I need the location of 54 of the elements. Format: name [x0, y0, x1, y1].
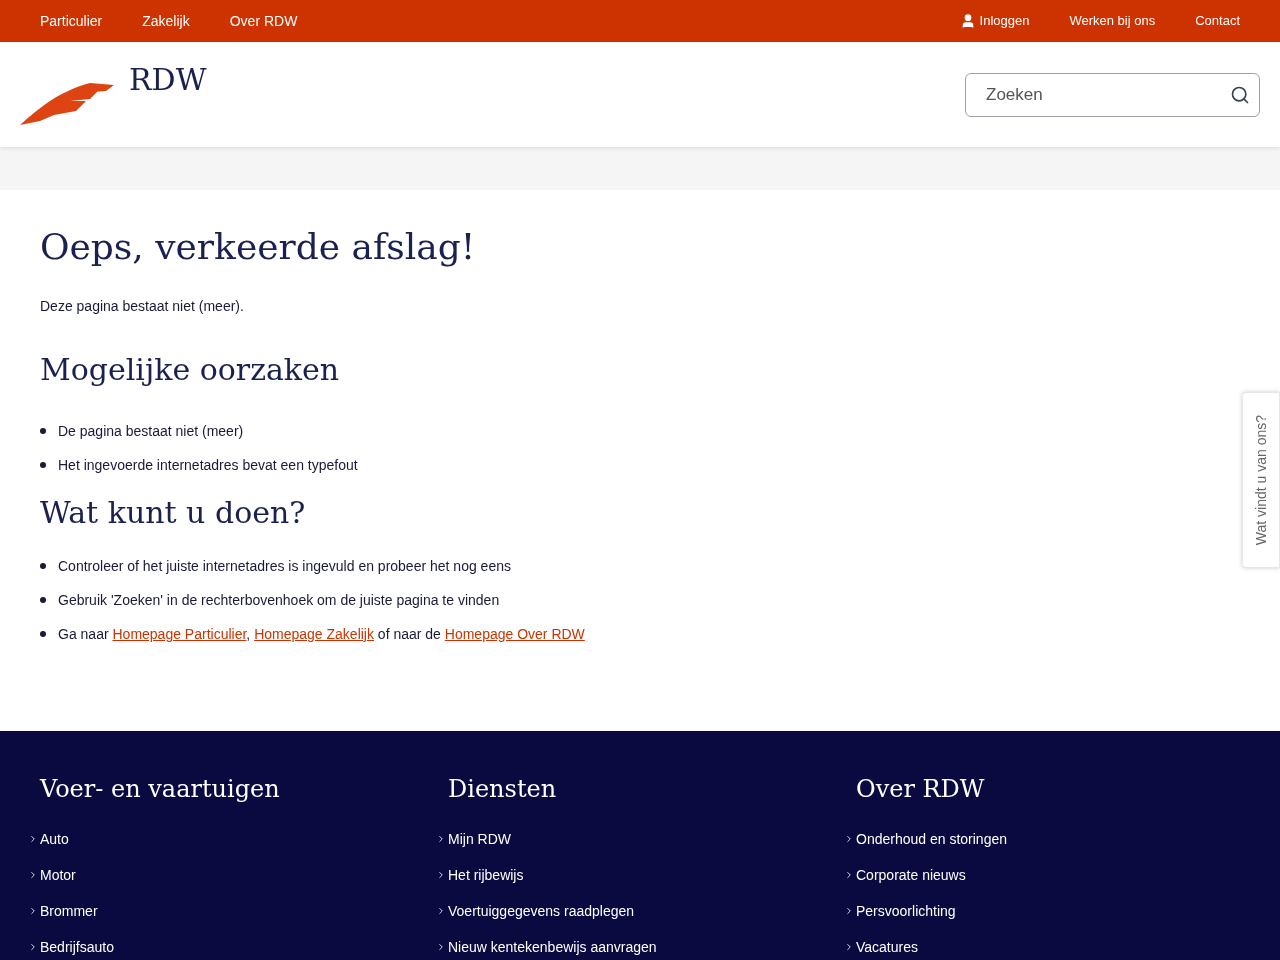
footer-heading: Diensten	[448, 774, 558, 805]
nav-link[interactable]: Contact	[1175, 0, 1260, 42]
nav-link[interactable]: Particulier	[20, 0, 123, 42]
footer-link[interactable]: Corporate nieuws	[856, 864, 966, 886]
nav-link[interactable]: Zakelijk	[122, 0, 210, 42]
footer-link[interactable]: Brommer	[40, 900, 98, 922]
search-field[interactable]: Zoeken	[965, 73, 1260, 117]
homepage-link[interactable]: Homepage Particulier	[112, 625, 247, 642]
footer-link[interactable]: Auto	[40, 828, 69, 850]
footer-link[interactable]: Mijn RDW	[448, 828, 511, 850]
chevron-icon	[28, 870, 38, 880]
list-item-text: Controleer of het juiste internetadres is ingevuld en probeer het nog eens	[58, 556, 511, 576]
chevron-icon	[844, 942, 854, 952]
nav-link[interactable]: Over RDW	[209, 0, 318, 42]
chevron-icon	[436, 834, 446, 844]
footer-link[interactable]: Vacatures	[856, 936, 918, 958]
bullet-icon	[40, 563, 46, 569]
footer-link[interactable]: Het rijbewijs	[448, 864, 524, 886]
chevron-icon	[844, 906, 854, 916]
logo-text: RDW	[129, 61, 207, 99]
section-heading: Mogelijke oorzaken	[40, 351, 341, 389]
chevron-icon	[436, 906, 446, 916]
chevron-icon	[28, 942, 38, 952]
list-item-text: Gebruik 'Zoeken' in de rechterbovenhoek om de juiste pagina te vinden	[58, 590, 500, 610]
login-link[interactable]: Inloggen	[939, 0, 1050, 42]
chevron-icon	[28, 906, 38, 916]
bullet-icon	[40, 597, 46, 603]
footer-heading: Voer- en vaartuigen	[40, 774, 281, 805]
intro-text: Deze pagina bestaat niet (meer).	[40, 297, 245, 316]
list-item-text: Ga naar Homepage Particulier, Homepage Zakelijk of naar de Homepage Over RDW	[58, 624, 585, 644]
footer-link[interactable]: Persvoorlichting	[856, 900, 956, 922]
footer-link[interactable]: Motor	[40, 864, 76, 886]
section-heading: Wat kunt u doen?	[40, 494, 307, 532]
page-title: Oeps, verkeerde afslag!	[40, 225, 477, 269]
nav-link[interactable]: Werken bij ons	[1049, 0, 1176, 42]
footer-heading: Over RDW	[856, 774, 986, 805]
feedback-tab[interactable]: Wat vindt u van ons?	[1242, 392, 1280, 568]
list-item-text: De pagina bestaat niet (meer)	[58, 421, 244, 441]
chevron-icon	[28, 834, 38, 844]
homepage-link[interactable]: Homepage Over RDW	[444, 625, 585, 642]
footer-link[interactable]: Bedrijfsauto	[40, 936, 114, 958]
search-icon[interactable]	[1230, 85, 1250, 105]
list-item-text: Het ingevoerde internetadres bevat een typefout	[58, 455, 358, 475]
chevron-icon	[436, 870, 446, 880]
footer-link[interactable]: Onderhoud en storingen	[856, 828, 1007, 850]
bullet-icon	[40, 462, 46, 468]
bullet-icon	[40, 428, 46, 434]
homepage-link[interactable]: Homepage Zakelijk	[254, 625, 374, 642]
footer-link[interactable]: Nieuw kentekenbewijs aanvragen	[448, 936, 657, 958]
chevron-icon	[844, 870, 854, 880]
chevron-icon	[436, 942, 446, 952]
footer-link[interactable]: Voertuiggegevens raadplegen	[448, 900, 635, 922]
chevron-icon	[844, 834, 854, 844]
bullet-icon	[40, 631, 46, 637]
